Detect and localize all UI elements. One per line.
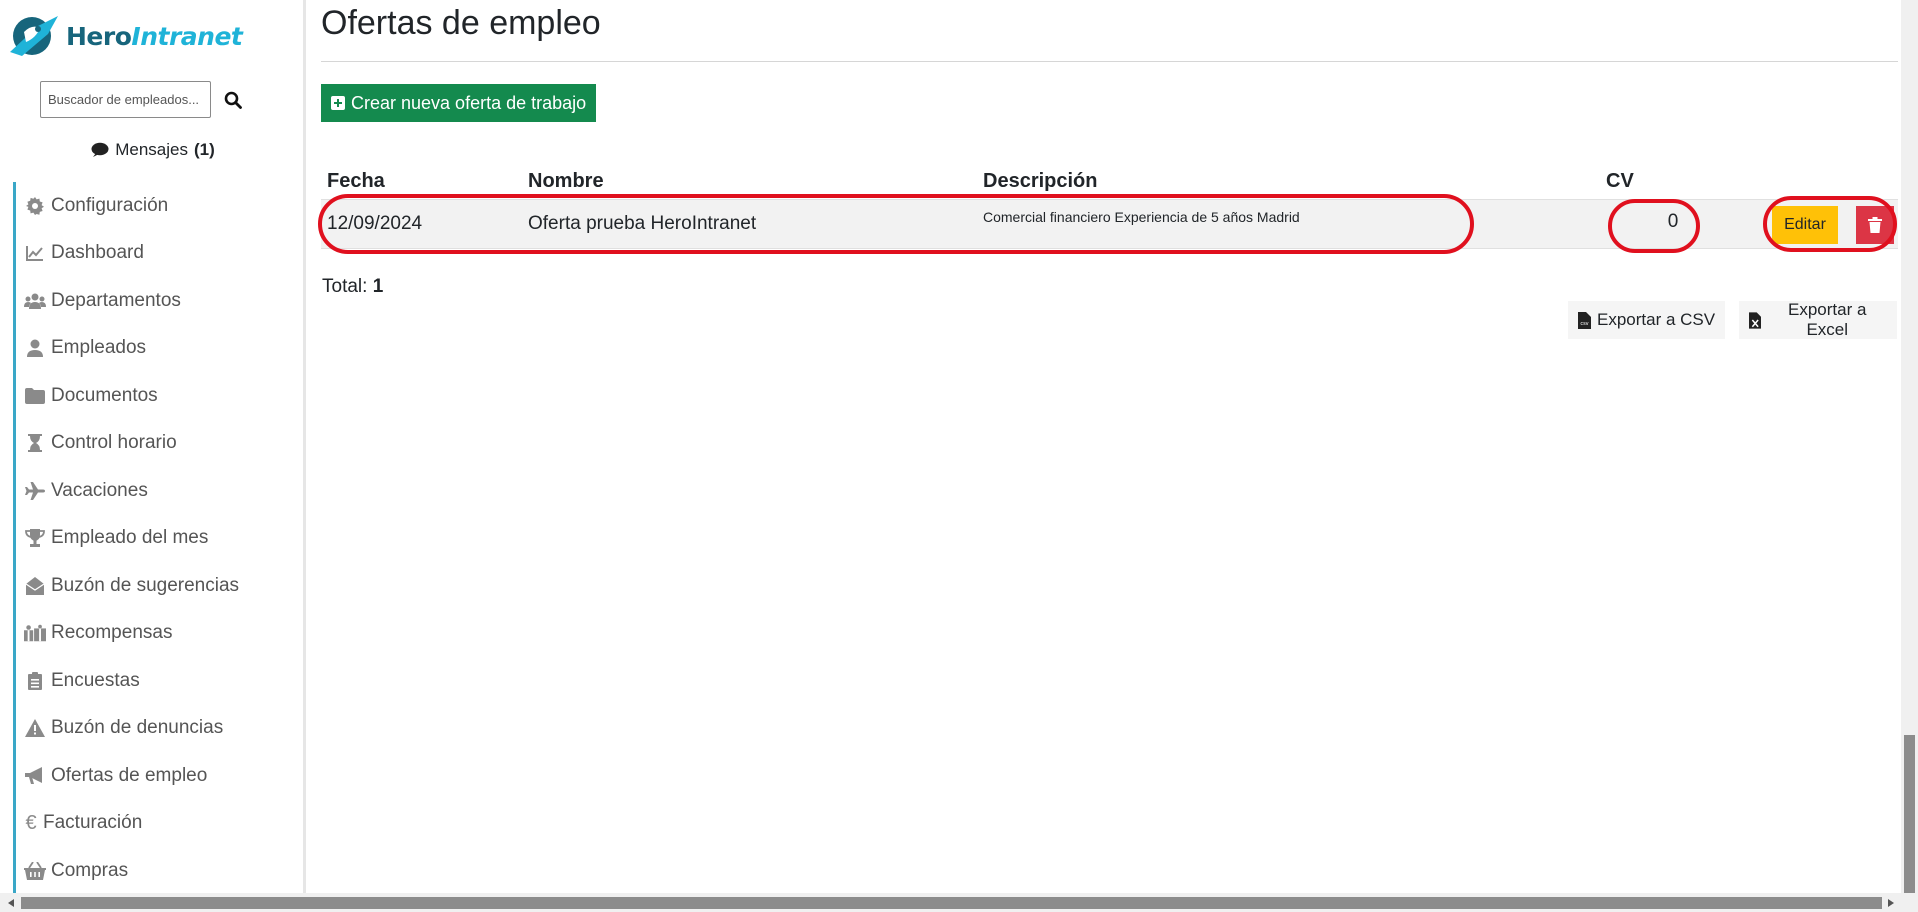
sidebar-item-label: Control horario	[51, 432, 177, 454]
euro-icon: €	[25, 811, 37, 834]
row-fecha: 12/09/2024	[327, 213, 423, 234]
sidebar-item-label: Encuestas	[51, 669, 140, 691]
sidebar-item-label: Vacaciones	[51, 479, 148, 501]
employee-search-input[interactable]	[40, 81, 211, 118]
main-content: Ofertas de empleo Crear nueva oferta de …	[318, 0, 1898, 893]
total-label: Total:	[322, 276, 368, 297]
edit-button[interactable]: Editar	[1772, 206, 1838, 244]
sidebar-item-label: Departamentos	[51, 289, 181, 311]
vertical-scroll-thumb[interactable]	[1904, 735, 1915, 893]
table-row: 12/09/2024 Oferta prueba HeroIntranet Co…	[321, 199, 1898, 249]
sidebar-item-empleados[interactable]: Empleados	[16, 325, 303, 373]
sidebar-item-documentos[interactable]: Documentos	[16, 372, 303, 420]
search-icon[interactable]	[219, 86, 247, 114]
hourglass-icon	[24, 433, 46, 453]
folder-icon	[24, 386, 46, 406]
sidebar-item-empleado-del-mes[interactable]: Empleado del mes	[16, 515, 303, 563]
employee-search	[40, 81, 247, 118]
sidebar-item-vacaciones[interactable]: Vacaciones	[16, 467, 303, 515]
gear-icon	[24, 196, 46, 216]
messages-label: Mensajes	[115, 140, 188, 159]
sidebar: HeroIntranet Mensajes (1) Configuración …	[0, 0, 306, 893]
sidebar-item-label: Buzón de denuncias	[51, 717, 224, 739]
sidebar-item-control-horario[interactable]: Control horario	[16, 420, 303, 468]
sidebar-item-label: Facturación	[43, 812, 143, 834]
line-chart-icon	[24, 243, 46, 263]
sidebar-item-encuestas[interactable]: Encuestas	[16, 657, 303, 705]
sidebar-item-compras[interactable]: Compras	[16, 847, 303, 893]
page-title: Ofertas de empleo	[321, 4, 601, 42]
users-icon	[24, 291, 46, 311]
sidebar-item-dashboard[interactable]: Dashboard	[16, 230, 303, 278]
scroll-right-arrow-icon[interactable]	[1882, 894, 1899, 911]
sidebar-item-label: Buzón de sugerencias	[51, 574, 240, 596]
column-header-descripcion: Descripción	[983, 170, 1098, 192]
export-csv-label: Exportar a CSV	[1597, 310, 1716, 329]
app-logo[interactable]: HeroIntranet	[8, 12, 243, 60]
column-header-cv: CV	[1606, 170, 1634, 192]
trash-icon	[1868, 217, 1882, 233]
sidebar-nav: Configuración Dashboard Departamentos Em…	[13, 182, 303, 893]
warning-icon	[24, 718, 46, 738]
vertical-scrollbar[interactable]	[1901, 0, 1918, 893]
delete-button[interactable]	[1856, 206, 1894, 244]
sidebar-item-label: Dashboard	[51, 242, 144, 264]
row-cv-count[interactable]: 0	[1648, 211, 1698, 233]
sidebar-item-label: Configuración	[51, 194, 169, 216]
title-divider	[321, 61, 1898, 62]
user-icon	[24, 338, 46, 358]
create-job-offer-button[interactable]: Crear nueva oferta de trabajo	[321, 84, 597, 122]
horizontal-scroll-thumb[interactable]	[21, 897, 1882, 909]
sidebar-item-label: Empleados	[51, 337, 147, 359]
total-value: 1	[372, 276, 384, 297]
sidebar-item-label: Compras	[51, 859, 129, 881]
export-excel-label: Exportar a Excel	[1788, 300, 1867, 339]
create-job-offer-label: Crear nueva oferta de trabajo	[351, 92, 587, 113]
sidebar-item-label: Empleado del mes	[51, 527, 209, 549]
export-excel-button[interactable]: Exportar a Excel	[1739, 300, 1897, 339]
envelope-open-icon	[24, 576, 46, 596]
export-csv-button[interactable]: csv Exportar a CSV	[1568, 301, 1726, 339]
csv-file-icon: csv	[1578, 311, 1591, 329]
sidebar-item-recompensas[interactable]: Recompensas	[16, 610, 303, 658]
hero-logo-icon	[10, 16, 58, 56]
messages-link[interactable]: Mensajes (1)	[0, 140, 303, 160]
sidebar-item-configuracion[interactable]: Configuración	[16, 182, 303, 230]
clipboard-list-icon	[24, 671, 46, 691]
row-nombre: Oferta prueba HeroIntranet	[528, 213, 757, 234]
comment-icon	[91, 142, 109, 157]
svg-text:csv: csv	[1580, 321, 1588, 327]
column-header-fecha: Fecha	[327, 170, 385, 192]
bullhorn-icon	[24, 766, 46, 786]
sidebar-item-label: Recompensas	[51, 622, 173, 644]
messages-count: (1)	[193, 140, 215, 159]
basket-icon	[24, 861, 46, 881]
sidebar-item-ofertas-empleo[interactable]: Ofertas de empleo	[16, 752, 303, 800]
total-count: Total: 1	[322, 276, 383, 298]
logo-text: HeroIntranet	[66, 21, 243, 51]
excel-file-icon	[1749, 311, 1762, 329]
scroll-left-arrow-icon[interactable]	[2, 894, 19, 911]
sidebar-item-departamentos[interactable]: Departamentos	[16, 277, 303, 325]
sidebar-item-label: Ofertas de empleo	[51, 764, 208, 786]
column-header-nombre: Nombre	[528, 170, 604, 192]
plane-icon	[24, 481, 46, 501]
row-descripcion: Comercial financiero Experiencia de 5 añ…	[983, 209, 1300, 225]
trophy-icon	[24, 528, 46, 548]
table-header: Fecha Nombre Descripción CV	[321, 168, 1898, 198]
gifts-icon	[24, 623, 46, 643]
horizontal-scrollbar[interactable]	[0, 893, 1918, 912]
logo-text-intranet: Intranet	[131, 21, 243, 51]
logo-text-hero: Hero	[66, 21, 132, 51]
sidebar-item-buzon-sugerencias[interactable]: Buzón de sugerencias	[16, 562, 303, 610]
sidebar-item-facturacion[interactable]: € Facturación	[16, 800, 303, 848]
sidebar-item-label: Documentos	[51, 384, 158, 406]
sidebar-item-buzon-denuncias[interactable]: Buzón de denuncias	[16, 705, 303, 753]
plus-square-icon	[331, 96, 345, 110]
